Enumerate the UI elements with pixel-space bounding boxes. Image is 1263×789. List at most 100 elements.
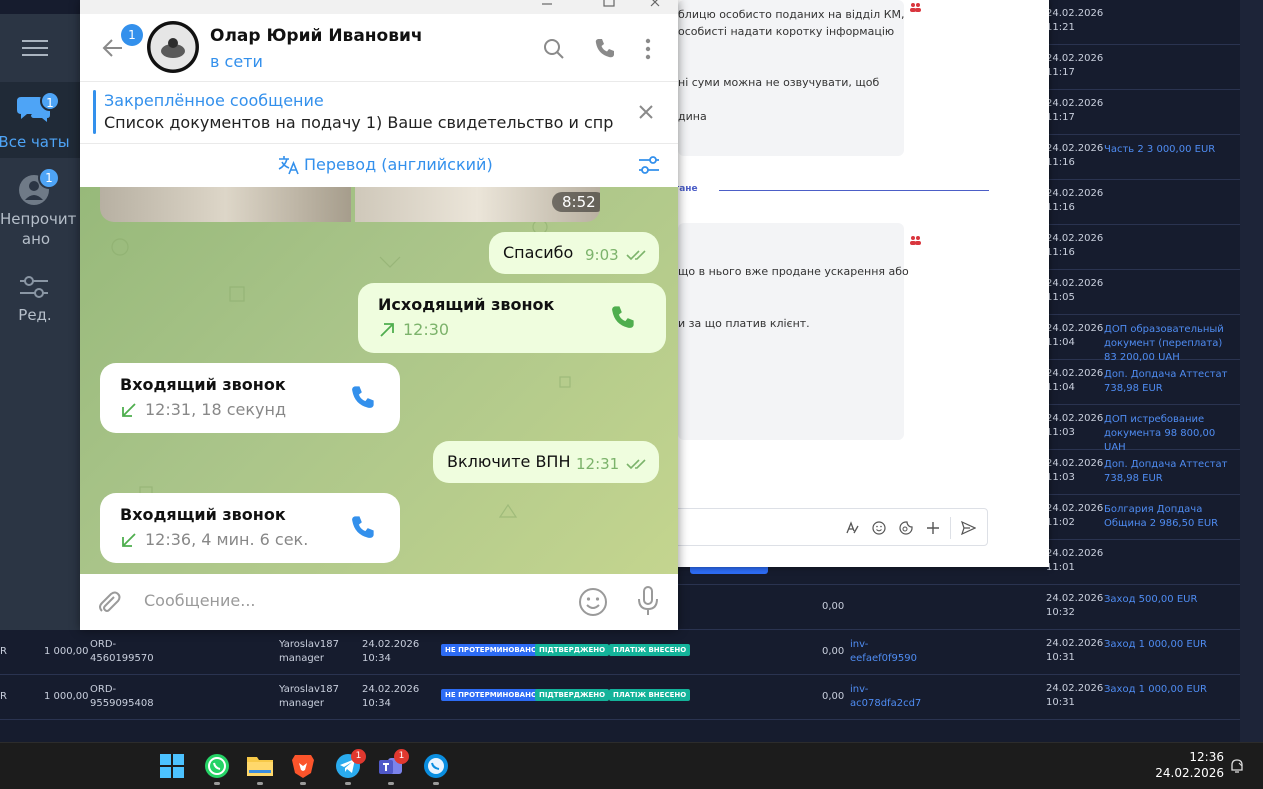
brave-browser-icon[interactable]	[291, 753, 315, 779]
invoice-link[interactable]: inv- ac078dfa2cd7	[850, 683, 921, 711]
row-date: 24.02.2026 11:17	[1046, 53, 1104, 78]
row-link[interactable]: Заход 500,00 EUR	[1104, 593, 1236, 607]
crm-scrollbar[interactable]	[1240, 0, 1263, 742]
menu-button[interactable]	[22, 40, 48, 56]
row-date: 24.02.2026 11:16	[1046, 233, 1104, 258]
message-vpn-time: 12:31	[576, 455, 620, 473]
telegram-titlebar	[80, 0, 678, 14]
telegram-window: 1 Олар Юрий Иванович в сети Закреплённое…	[80, 0, 678, 630]
row-link[interactable]: Часть 2 3 000,00 EUR	[1104, 143, 1236, 157]
telegram-sidebar-wrap: 1 Все чаты 1 Непрочит ано Ред.	[0, 14, 80, 630]
incoming-call-1-time: 12:31, 18 секунд	[145, 400, 287, 419]
skype-icon[interactable]	[423, 753, 449, 779]
attach-icon[interactable]	[96, 589, 122, 615]
message-incoming-call-2[interactable]: Входящий звонок 12:36, 4 мин. 6 сек.	[100, 493, 400, 563]
row-date: 24.02.2026 11:01	[1046, 548, 1104, 573]
row-date: 24.02.2026 11:17	[1046, 98, 1104, 123]
translate-settings-icon[interactable]	[638, 155, 660, 175]
row-sum: 1 000,00	[44, 646, 89, 657]
order-number[interactable]: ORD- 9559095408	[90, 683, 154, 711]
row-link[interactable]: Болгария Допдача Община 2 986,50 EUR	[1104, 503, 1236, 531]
windows-start-icon[interactable]	[160, 754, 184, 778]
status-badge-paid: ПЛАТІЖ ВНЕСЕНО	[609, 689, 691, 701]
outgoing-call-time: 12:30	[403, 320, 450, 339]
add-icon[interactable]	[926, 521, 940, 535]
maximize-icon[interactable]	[602, 0, 616, 8]
crm-message-input[interactable]	[670, 508, 988, 546]
chat-area[interactable]: 8:52 Спасибо 9:03 Исходящий звонок 12:30…	[80, 187, 678, 574]
sidebar-item-all-chats[interactable]: 1 Все чаты	[0, 82, 80, 158]
photo-message[interactable]: 8:52	[100, 187, 600, 222]
contact-name[interactable]: Олар Юрий Иванович	[210, 26, 423, 46]
emoji-icon[interactable]	[872, 521, 886, 535]
phone-icon[interactable]	[594, 37, 616, 59]
telegram-taskbar-badge: 1	[351, 749, 366, 764]
emoji-icon[interactable]	[578, 587, 608, 617]
close-icon[interactable]	[649, 0, 663, 8]
outgoing-arrow-icon	[380, 323, 394, 337]
teams-running-indicator	[388, 782, 394, 785]
sidebar-item-unread[interactable]: 1 Непрочит ано	[0, 164, 80, 254]
row-link[interactable]: Доп. Допдача Аттестат 738,98 EUR	[1104, 458, 1236, 486]
translate-bar[interactable]: Перевод (английский)	[80, 144, 678, 187]
explorer-running-indicator	[257, 782, 263, 785]
call-phone-icon[interactable]	[610, 304, 636, 330]
clock-date: 24.02.2026	[1155, 766, 1224, 780]
message-outgoing-call[interactable]: Исходящий звонок 12:30	[358, 283, 666, 353]
more-vertical-icon[interactable]	[644, 38, 652, 60]
file-explorer-icon[interactable]	[247, 754, 273, 778]
row-date: 24.02.2026 11:04	[1046, 323, 1104, 348]
order-date: 24.02.2026 10:34	[362, 684, 420, 709]
avatar[interactable]	[147, 21, 199, 73]
message-thanks-time: 9:03	[585, 246, 619, 264]
taskbar-clock[interactable]: 12:36 24.02.2026	[1152, 749, 1224, 781]
read-checks-icon	[626, 459, 646, 470]
minimize-icon[interactable]	[540, 0, 554, 8]
text-format-icon[interactable]	[845, 521, 859, 535]
send-icon[interactable]	[961, 521, 976, 535]
whatsapp-icon[interactable]	[204, 753, 230, 779]
clock-time: 12:36	[1189, 750, 1224, 764]
sidebar-item-edit[interactable]: Ред.	[0, 272, 80, 332]
row-date: 24.02.2026 10:31	[1046, 638, 1104, 663]
sticker-icon[interactable]	[899, 521, 913, 535]
users-icon	[910, 236, 921, 245]
microphone-icon[interactable]	[637, 586, 659, 616]
row-date: 24.02.2026 11:02	[1046, 503, 1104, 528]
chat-header: 1 Олар Юрий Иванович в сети	[80, 14, 678, 82]
message-thanks[interactable]: Спасибо 9:03	[489, 232, 659, 274]
invoice-link[interactable]: inv- eefaef0f9590	[850, 638, 917, 666]
back-arrow-icon[interactable]	[102, 38, 124, 58]
row-link[interactable]: Заход 1 000,00 EUR	[1104, 683, 1236, 697]
row-date: 24.02.2026 11:03	[1046, 413, 1104, 438]
row-date: 24.02.2026 11:21	[1046, 8, 1104, 33]
order-number[interactable]: ORD- 4560199570	[90, 638, 154, 666]
crm-message-1: блицю особисто поданих на відділ КМ, особ…	[678, 0, 921, 156]
sidebar-unread-label-1: Непрочит	[0, 210, 77, 228]
taskbar: 1 1 12:36 24.02.2026	[0, 742, 1263, 789]
row-link[interactable]: ДОП истребование документа 98 800,00 UAH	[1104, 413, 1236, 455]
message-incoming-call-1[interactable]: Входящий звонок 12:31, 18 секунд	[100, 363, 400, 433]
call-phone-icon[interactable]	[350, 514, 376, 540]
row-link[interactable]: Заход 1 000,00 EUR	[1104, 638, 1236, 652]
search-icon[interactable]	[543, 38, 565, 60]
back-unread-badge: 1	[121, 24, 143, 46]
incoming-arrow-icon	[122, 533, 136, 547]
notification-bell-icon[interactable]	[1229, 758, 1245, 774]
close-pinned-icon[interactable]	[638, 104, 654, 120]
skype-running-indicator	[433, 782, 439, 785]
composer: Сообщение...	[80, 574, 678, 630]
status-badge-expiry: НЕ ПРОТЕРМИНОВАНО	[441, 689, 541, 701]
call-phone-icon[interactable]	[350, 384, 376, 410]
row-link[interactable]: ДОП образовательный документ (переплата)…	[1104, 323, 1236, 365]
row-date: 24.02.2026 11:16	[1046, 143, 1104, 168]
message-input[interactable]: Сообщение...	[144, 591, 544, 610]
incoming-call-2-time: 12:36, 4 мин. 6 сек.	[145, 530, 309, 549]
crm-chat-window: блицю особисто поданих на відділ КМ, особ…	[640, 0, 1049, 567]
row-sum: 1 000,00	[44, 691, 89, 702]
sidebar-unread-label-2: ано	[21, 230, 51, 248]
teams-taskbar-badge: 1	[394, 749, 409, 764]
row-link[interactable]: Доп. Допдача Аттестат 738,98 EUR	[1104, 368, 1236, 396]
message-vpn[interactable]: Включите ВПН 12:31	[433, 441, 659, 483]
pinned-message[interactable]: Закреплённое сообщение Список документов…	[80, 82, 678, 144]
